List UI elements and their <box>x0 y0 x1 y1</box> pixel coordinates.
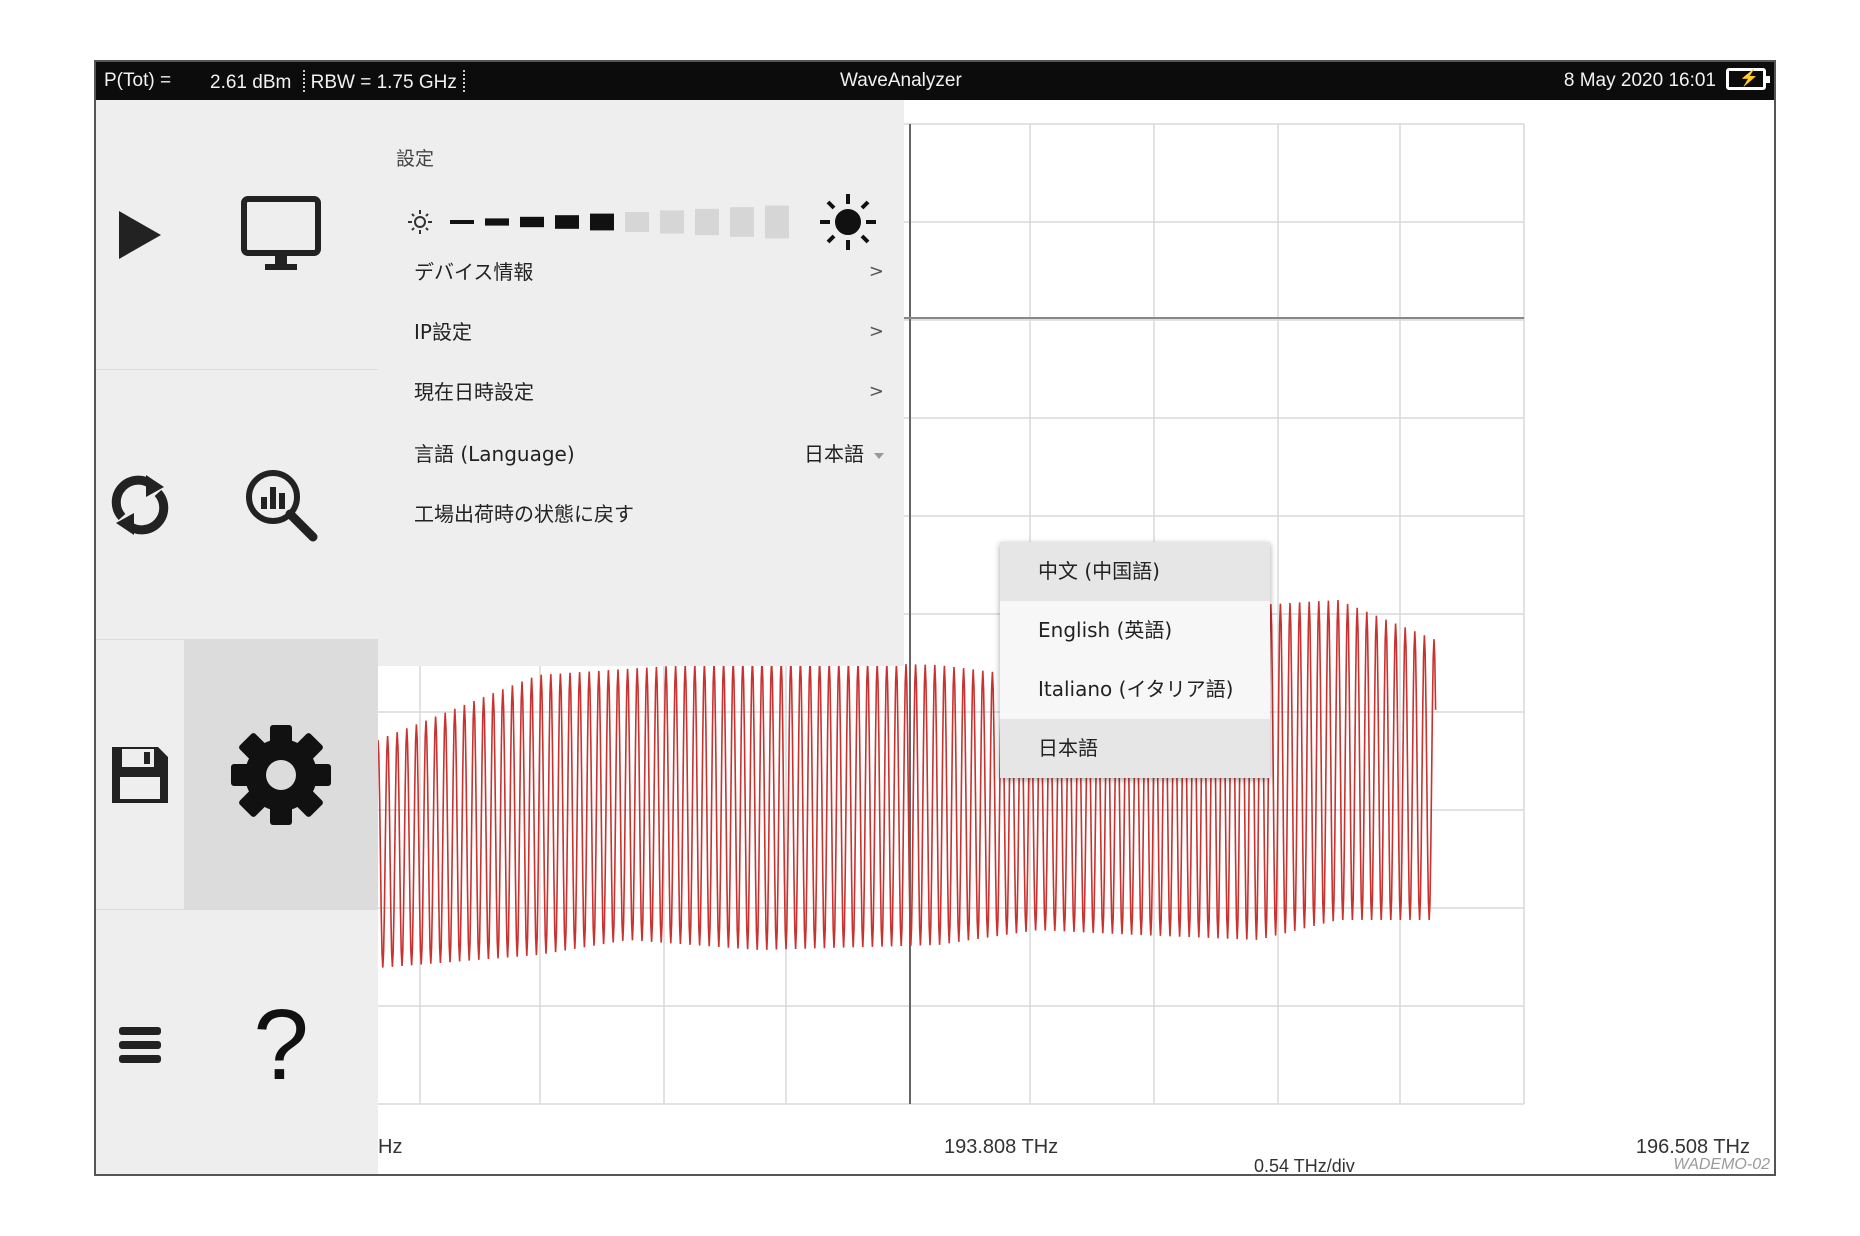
brightness-step[interactable] <box>765 205 789 239</box>
brightness-low-icon <box>408 210 432 234</box>
refresh-button[interactable] <box>96 370 184 640</box>
language-value: 日本語 <box>804 442 864 466</box>
brightness-step[interactable] <box>695 208 719 236</box>
play-icon <box>119 210 161 259</box>
settings-title: 設定 <box>396 148 435 170</box>
run-button[interactable] <box>96 100 184 370</box>
power-value: 2.61 dBm RBW = 1.75 GHz <box>210 70 471 94</box>
datetime-settings-item[interactable]: 現在日時設定 > <box>414 372 884 412</box>
brightness-high-icon <box>820 194 876 250</box>
x-scale-label: 0.54 THz/div <box>1254 1156 1355 1176</box>
refresh-icon <box>111 474 169 535</box>
brightness-step[interactable] <box>660 210 684 234</box>
side-rail-primary <box>96 100 185 1174</box>
brightness-step[interactable] <box>450 220 474 224</box>
language-dropdown: 中文 (中国語) English (英語) Italiano (イタリア語) 日… <box>1000 542 1270 778</box>
gear-icon <box>231 724 331 825</box>
watermark: WADEMO-02 <box>1673 1156 1770 1173</box>
device-info-item[interactable]: デバイス情報 > <box>414 252 884 292</box>
battery-charging-icon: ⚡ <box>1726 68 1770 90</box>
analysis-button[interactable] <box>184 370 378 640</box>
chevron-right-icon: > <box>868 321 884 342</box>
menu-item-label: 工場出荷時の状態に戻す <box>414 502 634 526</box>
brightness-step[interactable] <box>555 215 579 229</box>
separator <box>302 70 305 92</box>
status-bar: P(Tot) = 2.61 dBm RBW = 1.75 GHz WaveAna… <box>96 62 1774 100</box>
settings-panel: 設定 デバイス情報 > IP設定 > 現在日時設定 > 言語 (Language… <box>378 100 904 666</box>
chevron-right-icon: > <box>868 261 884 282</box>
menu-button[interactable] <box>96 910 184 1174</box>
x-label-left: Hz <box>378 1136 403 1158</box>
side-rail-secondary: ? <box>184 100 379 1174</box>
help-button[interactable]: ? <box>184 910 378 1174</box>
settings-button[interactable] <box>184 640 378 910</box>
language-select[interactable]: 日本語 <box>804 434 884 474</box>
brightness-step[interactable] <box>625 212 649 232</box>
language-option-chinese[interactable]: 中文 (中国語) <box>1000 542 1270 601</box>
menu-item-label: IP設定 <box>414 320 472 344</box>
app-title: WaveAnalyzer <box>840 70 962 91</box>
brightness-step[interactable] <box>485 218 509 226</box>
power-label: P(Tot) = <box>104 70 172 91</box>
rbw-text: RBW = 1.75 GHz <box>310 72 457 93</box>
menu-item-label: 言語 (Language) <box>414 442 575 466</box>
save-icon <box>112 746 168 803</box>
wave-analyzer-window: P(Tot) = 2.61 dBm RBW = 1.75 GHz WaveAna… <box>94 60 1776 1176</box>
dropdown-caret-icon <box>874 452 884 459</box>
menu-item-label: デバイス情報 <box>414 260 534 284</box>
factory-reset-item[interactable]: 工場出荷時の状態に戻す <box>414 494 884 534</box>
brightness-step[interactable] <box>730 207 754 237</box>
brightness-slider[interactable] <box>408 192 888 252</box>
menu-item-label: 現在日時設定 <box>414 380 534 404</box>
language-option-italian[interactable]: Italiano (イタリア語) <box>1000 660 1270 719</box>
analysis-zoom-icon <box>246 469 318 541</box>
menu-icon <box>119 1027 161 1063</box>
monitor-icon <box>241 195 321 270</box>
language-item[interactable]: 言語 (Language) 日本語 <box>414 434 884 474</box>
power-value-text: 2.61 dBm <box>210 72 292 93</box>
brightness-step[interactable] <box>590 213 614 231</box>
chevron-right-icon: > <box>868 381 884 402</box>
x-label-center: 193.808 THz <box>944 1136 1059 1158</box>
brightness-bar <box>408 194 876 250</box>
language-option-english[interactable]: English (英語) <box>1000 601 1270 660</box>
brightness-step[interactable] <box>520 216 544 228</box>
language-option-japanese[interactable]: 日本語 <box>1000 719 1270 778</box>
ip-settings-item[interactable]: IP設定 > <box>414 312 884 352</box>
datetime: 8 May 2020 16:01 <box>1563 70 1716 91</box>
help-icon: ? <box>253 989 309 1101</box>
separator <box>462 70 465 92</box>
save-button[interactable] <box>96 640 184 910</box>
display-button[interactable] <box>184 100 378 370</box>
